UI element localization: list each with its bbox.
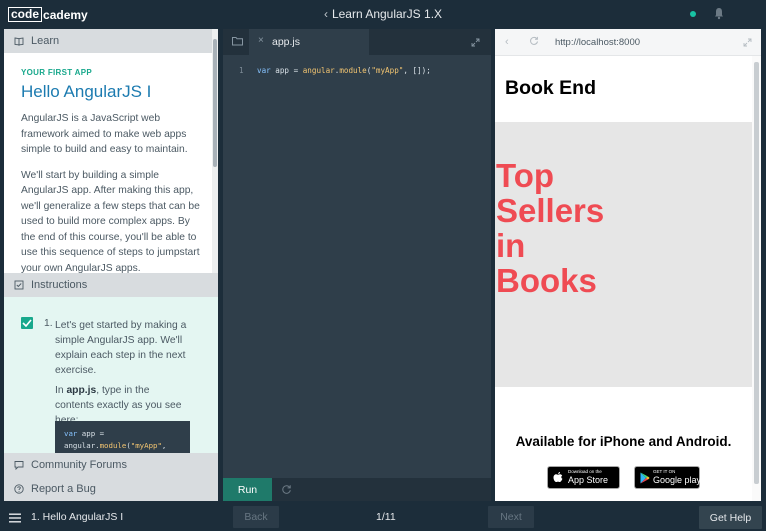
learn-tab[interactable]: Learn [4, 29, 218, 53]
run-button[interactable]: Run [223, 478, 272, 501]
instructions-tab[interactable]: Instructions [4, 273, 218, 297]
hero-line: Top [496, 157, 555, 194]
reset-icon[interactable] [281, 484, 292, 495]
code-var: app = [77, 429, 105, 438]
checkbox-icon [14, 280, 24, 290]
editor-tab-bar: × app.js [223, 29, 491, 55]
step-file-name: app.js [66, 385, 97, 396]
hero-banner: Top Sellers in Books [495, 122, 752, 387]
google-play-badge[interactable]: GET IT ON Google play [634, 466, 702, 489]
question-icon [14, 484, 24, 494]
reload-icon[interactable] [529, 36, 539, 46]
learn-content: YOUR FIRST APP Hello AngularJS I Angular… [4, 53, 218, 276]
site-title: Book End [505, 77, 596, 99]
lesson-panel: Learn YOUR FIRST APP Hello AngularJS I A… [4, 29, 218, 501]
code-mid: app = [270, 66, 303, 75]
line-number: 1 [239, 66, 244, 75]
lesson-scrollbar[interactable] [212, 29, 218, 273]
back-arrow-icon[interactable]: ‹ [505, 36, 509, 48]
app-store-badge[interactable]: Download on the App Store [547, 466, 620, 489]
get-help-button[interactable]: Get Help [699, 506, 762, 529]
community-forums-label: Community Forums [31, 459, 127, 471]
community-forums-link[interactable]: Community Forums [4, 453, 218, 477]
instructions-tab-label: Instructions [31, 279, 88, 291]
status-dot-icon [690, 11, 696, 17]
step-number: 1. [44, 318, 53, 329]
google-play-text: Google play [653, 475, 702, 485]
next-button[interactable]: Next [488, 506, 534, 528]
code-string: "myApp" [130, 441, 162, 450]
instructions-content: 1. Let's get started by making a simple … [4, 297, 218, 461]
file-tab-app-js[interactable]: × app.js [249, 29, 369, 55]
code-function: module [339, 66, 367, 75]
report-bug-link[interactable]: Report a Bug [4, 477, 218, 501]
chat-icon [14, 461, 24, 470]
learn-tab-label: Learn [31, 35, 60, 47]
app-store-text: App Store [568, 475, 609, 485]
current-lesson-label[interactable]: 1. Hello AngularJS I [31, 511, 123, 523]
hero-line: Sellers [496, 192, 605, 229]
code-text: var app = angular.module("myApp", []); [257, 66, 431, 75]
browser-toolbar: ‹ http://localhost:8000 [495, 29, 761, 56]
code-rest: , []); [403, 66, 431, 75]
check-icon [22, 319, 32, 327]
chevron-left-icon: ‹ [323, 7, 328, 21]
code-line[interactable]: 1 var app = angular.module("myApp", []); [223, 66, 491, 80]
code-tail: , [161, 441, 167, 450]
close-icon[interactable]: × [258, 35, 264, 46]
file-tab-label: app.js [272, 36, 301, 48]
hero-line: Books [496, 262, 597, 299]
back-button[interactable]: Back [233, 506, 279, 528]
hero-line: in [496, 227, 526, 264]
run-bar: Run [223, 478, 491, 501]
course-title-label: Learn AngularJS 1.X [331, 7, 443, 21]
hero-heading: Top Sellers in Books [496, 158, 696, 298]
code-editor: × app.js 1 var app = angular.module("myA… [223, 29, 491, 501]
code-keyword: var [257, 66, 271, 75]
apple-icon [553, 471, 563, 482]
menu-icon[interactable] [9, 513, 21, 523]
step-checkbox[interactable] [21, 317, 33, 329]
report-bug-label: Report a Bug [31, 483, 96, 495]
book-icon [14, 37, 24, 46]
expand-icon[interactable] [471, 38, 480, 47]
step-text: Let's get started by making a simple Ang… [55, 320, 187, 376]
folder-icon[interactable] [232, 36, 243, 46]
code-object: angular. [64, 441, 100, 450]
lesson-paragraph: We'll start by building a simple Angular… [21, 169, 200, 274]
app-store-small-text: Download on the [568, 469, 602, 474]
google-play-small-text: GET IT ON [653, 469, 676, 474]
course-title[interactable]: ‹ Learn AngularJS 1.X [0, 0, 766, 28]
browser-preview: ‹ http://localhost:8000 Book End Top Sel… [495, 29, 761, 501]
code-function: module [99, 441, 127, 450]
bottom-bar: 1. Hello AngularJS I Back 1/11 Next Get … [0, 504, 766, 531]
expand-icon[interactable] [743, 38, 752, 47]
lesson-eyebrow: YOUR FIRST APP [21, 68, 93, 77]
code-object: angular [302, 66, 335, 75]
lesson-paragraph: AngularJS is a JavaScript web framework … [21, 113, 188, 155]
code-keyword: var [64, 429, 78, 438]
availability-text: Available for iPhone and Android. [515, 434, 732, 449]
top-bar: code cademy ‹ Learn AngularJS 1.X [0, 0, 766, 28]
lesson-title: Hello AngularJS I [21, 82, 152, 101]
lesson-scroll-thumb[interactable] [213, 39, 217, 167]
address-bar[interactable]: http://localhost:8000 [555, 37, 640, 48]
page-counter: 1/11 [376, 511, 396, 523]
bell-icon[interactable] [714, 7, 724, 20]
browser-scroll-thumb[interactable] [754, 62, 759, 484]
browser-scrollbar[interactable] [752, 56, 761, 501]
code-string: "myApp" [371, 66, 404, 75]
google-play-icon [640, 472, 650, 484]
step-detail-pre: In [55, 385, 67, 396]
